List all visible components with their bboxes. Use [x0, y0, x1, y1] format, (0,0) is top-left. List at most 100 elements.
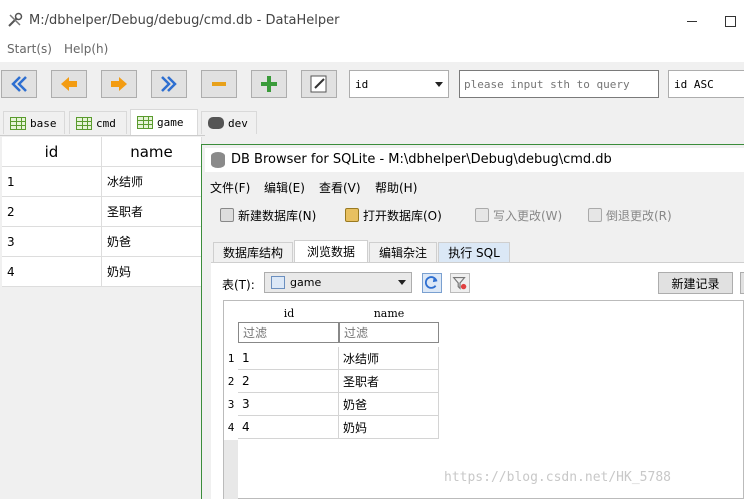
menu-bar [0, 38, 744, 62]
table-cell[interactable]: 2 [238, 370, 339, 393]
first-icon [11, 76, 27, 92]
table-icon [10, 116, 26, 130]
write-changes-label: 写入更改(W) [493, 208, 563, 223]
maximize-button[interactable] [712, 10, 742, 32]
new-database-button[interactable]: 新建数据库(N) [220, 205, 316, 225]
open-database-icon [345, 208, 359, 222]
filter-input-id[interactable] [238, 322, 339, 343]
field-select[interactable]: id [349, 70, 449, 98]
table-icon [137, 116, 153, 129]
column-header-id[interactable]: id [2, 137, 102, 167]
watermark: https://blog.csdn.net/HK_5788 [444, 470, 671, 485]
delete-record-button[interactable] [740, 272, 744, 294]
column-header-name[interactable]: name [339, 304, 439, 322]
refresh-button[interactable] [422, 273, 442, 293]
db-menu-edit[interactable]: 编辑(E) [264, 179, 305, 196]
first-button[interactable] [1, 70, 37, 98]
menu-help[interactable]: Help(h) [64, 42, 108, 56]
prev-button[interactable] [51, 70, 87, 98]
table-cell[interactable]: 4 [2, 257, 102, 287]
refresh-icon [425, 276, 438, 289]
table-cell[interactable]: 1 [2, 167, 102, 197]
clear-filter-icon [452, 277, 467, 290]
table-select-value: game [290, 276, 322, 289]
field-select-value: id [355, 78, 369, 91]
root: M:/dbhelper/Debug/debug/cmd.db - DataHel… [0, 0, 744, 499]
tab-browse-data[interactable]: 浏览数据 [294, 240, 368, 262]
db-browser-title-bar: DB Browser for SQLite - M:\dbhelper\Debu… [205, 148, 744, 172]
minus-icon [212, 82, 226, 86]
chevron-down-icon [398, 280, 406, 285]
edit-button[interactable] [301, 70, 337, 98]
table-icon [271, 276, 285, 289]
query-input[interactable] [459, 70, 659, 98]
table-select[interactable]: game [264, 272, 412, 293]
table-cell[interactable]: 奶爸 [339, 393, 439, 416]
tab-base[interactable]: base [3, 111, 65, 134]
clear-filter-button[interactable] [450, 273, 470, 293]
db-menu-view[interactable]: 查看(V) [319, 179, 361, 196]
row-header[interactable]: 4 [224, 416, 238, 439]
sort-value: id ASC [674, 78, 714, 91]
minimize-button[interactable] [676, 10, 706, 32]
open-database-button[interactable]: 打开数据库(O) [345, 205, 442, 225]
database-icon [211, 152, 225, 168]
menu-start[interactable]: Start(s) [7, 42, 52, 56]
revert-changes-button[interactable]: 倒退更改(R) [588, 205, 672, 225]
table-cell[interactable]: 奶妈 [339, 416, 439, 439]
tab-label: dev [228, 116, 248, 130]
table-cell[interactable]: 奶爸 [102, 227, 202, 257]
table-cell[interactable]: 2 [2, 197, 102, 227]
table-cell[interactable]: 1 [238, 347, 339, 370]
row-header[interactable]: 1 [224, 347, 238, 370]
table-cell[interactable]: 奶妈 [102, 257, 202, 287]
table-cell[interactable]: 4 [238, 416, 339, 439]
write-changes-button[interactable]: 写入更改(W) [475, 205, 562, 225]
prev-icon [61, 77, 77, 91]
column-header-name[interactable]: name [102, 137, 202, 167]
table-cell[interactable]: 圣职者 [102, 197, 202, 227]
add-button[interactable] [251, 70, 287, 98]
row-header[interactable]: 3 [224, 393, 238, 416]
revert-changes-label: 倒退更改(R) [606, 208, 672, 223]
table-cell[interactable]: 3 [238, 393, 339, 416]
delete-button[interactable] [201, 70, 237, 98]
open-database-label: 打开数据库(O) [363, 208, 442, 223]
table-cell[interactable]: 3 [2, 227, 102, 257]
tools-icon [8, 12, 23, 27]
write-changes-icon [475, 208, 489, 222]
tab-edit-pragmas[interactable]: 编辑杂注 [369, 242, 437, 262]
sort-select[interactable]: id ASC [668, 70, 744, 98]
row-header[interactable]: 2 [224, 370, 238, 393]
db-browser-title: DB Browser for SQLite - M:\dbhelper\Debu… [231, 152, 612, 167]
edit-icon [310, 75, 327, 93]
table-cell[interactable]: 圣职者 [339, 370, 439, 393]
revert-changes-icon [588, 208, 602, 222]
window-title: M:/dbhelper/Debug/debug/cmd.db - DataHel… [29, 13, 340, 28]
new-record-button[interactable]: 新建记录 [658, 272, 733, 294]
tab-cmd[interactable]: cmd [69, 111, 127, 134]
row-header-filler [224, 440, 238, 499]
column-header-id[interactable]: id [239, 304, 339, 322]
new-database-icon [220, 208, 234, 222]
tab-label: game [157, 116, 184, 129]
tab-db-structure[interactable]: 数据库结构 [213, 242, 293, 262]
gamepad-icon [208, 117, 224, 129]
tab-execute-sql[interactable]: 执行 SQL [438, 242, 510, 262]
filter-input-name[interactable] [339, 322, 439, 343]
tab-label: base [30, 116, 57, 130]
table-cell[interactable]: 冰结师 [102, 167, 202, 197]
next-icon [111, 77, 127, 91]
table-icon [76, 116, 92, 130]
tab-label: cmd [96, 116, 116, 130]
db-menu-help[interactable]: 帮助(H) [375, 179, 417, 196]
next-button[interactable] [101, 70, 137, 98]
tab-game[interactable]: game [130, 109, 198, 135]
last-button[interactable] [151, 70, 187, 98]
main-title-bar: M:/dbhelper/Debug/debug/cmd.db - DataHel… [0, 0, 744, 38]
plus-icon [261, 76, 277, 92]
table-cell[interactable]: 冰结师 [339, 347, 439, 370]
db-menu-file[interactable]: 文件(F) [210, 179, 250, 196]
tab-dev[interactable]: dev [201, 111, 257, 134]
table-label: 表(T): [222, 278, 255, 292]
